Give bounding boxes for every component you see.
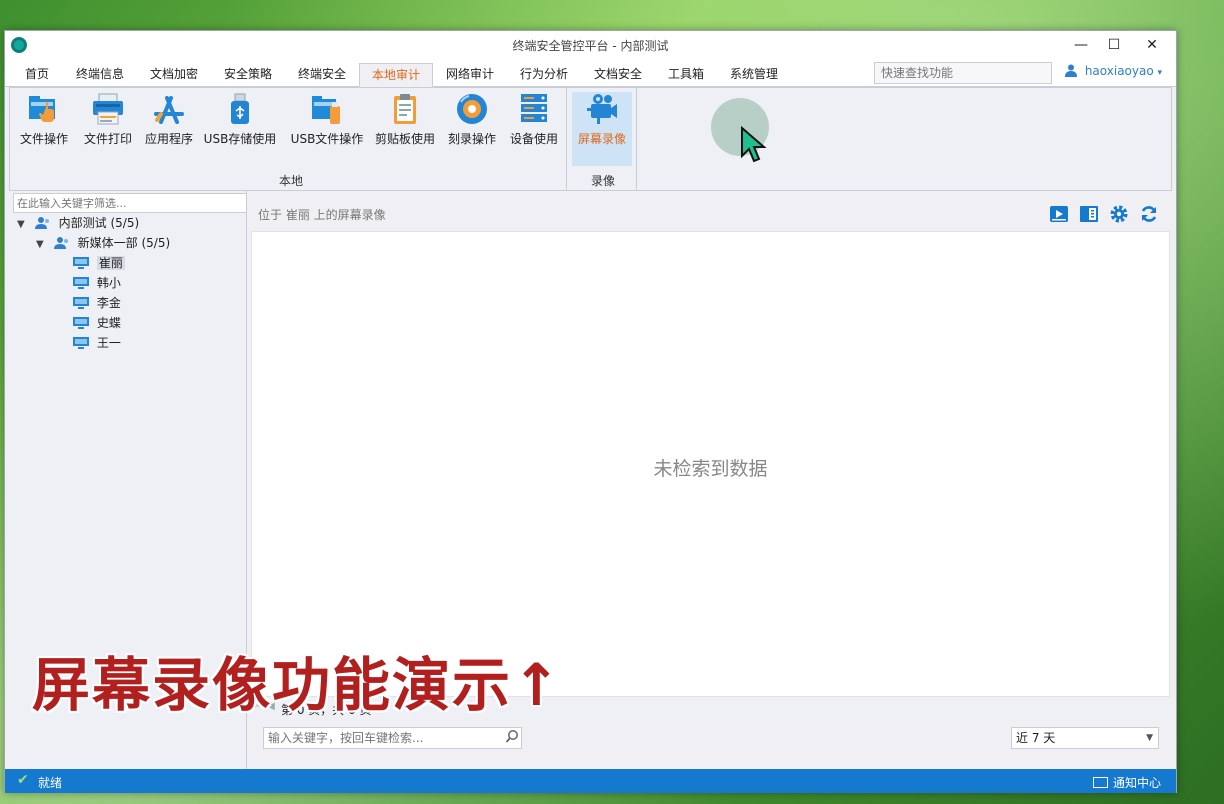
record-group-label: 录像	[590, 174, 615, 188]
local-group-label: 本地	[278, 174, 303, 188]
status-text: 就绪	[38, 776, 63, 790]
app-store-icon	[154, 96, 184, 124]
tree-node-label: 史蝶	[96, 316, 121, 330]
tree-filter-input[interactable]	[13, 193, 247, 213]
tab-security-policy[interactable]: 安全策略	[217, 63, 279, 87]
tab-terminal-security[interactable]: 终端安全	[291, 63, 353, 87]
usb-storage-label: USB存储使用	[203, 132, 277, 146]
check-icon: ✔	[17, 772, 29, 788]
usb-storage-button[interactable]: USB存储使用	[202, 92, 278, 162]
quick-search-input[interactable]	[874, 62, 1052, 84]
tree-node-computer[interactable]: 王一	[73, 333, 121, 353]
maximize-button[interactable]: ☐	[1099, 35, 1129, 55]
user-group-icon	[34, 217, 49, 229]
tree-node-group[interactable]: ▼ 内部测试 (5/5)	[17, 213, 139, 233]
screen-recording-button[interactable]: 屏幕录像	[572, 92, 632, 166]
tab-toolbox[interactable]: 工具箱	[661, 63, 711, 87]
tab-doc-security[interactable]: 文档安全	[587, 63, 649, 87]
tab-behavior-analysis[interactable]: 行为分析	[513, 63, 575, 87]
disc-burn-icon	[457, 94, 487, 124]
ribbon-separator	[566, 88, 567, 190]
computer-icon	[73, 297, 89, 309]
file-print-label: 文件打印	[83, 132, 132, 146]
computer-icon	[73, 277, 89, 289]
play-video-icon[interactable]	[1049, 204, 1069, 224]
tree-node-group[interactable]: ▼ 新媒体一部 (5/5)	[36, 233, 170, 253]
device-usage-label: 设备使用	[509, 132, 558, 146]
tree-node-label: 崔丽	[96, 256, 125, 270]
ribbon-separator	[636, 88, 637, 190]
device-server-icon	[521, 94, 547, 122]
gear-icon[interactable]	[1109, 204, 1129, 224]
user-group-icon	[53, 237, 68, 249]
date-range-select[interactable]: 近 7 天 ▼	[1011, 727, 1159, 749]
date-range-value: 近 7 天	[1016, 731, 1056, 745]
usb-folder-icon	[312, 96, 340, 124]
tab-doc-encryption[interactable]: 文档加密	[143, 63, 205, 87]
application-button[interactable]: 应用程序	[142, 92, 196, 162]
tree-node-label: 新媒体一部 (5/5)	[77, 236, 171, 250]
panel-header: 位于 崔丽 上的屏幕录像	[251, 193, 1170, 231]
notification-center-label: 通知中心	[1113, 776, 1162, 790]
tree-node-label: 韩小	[96, 276, 121, 290]
notification-center-link[interactable]: 通知中心	[1093, 774, 1161, 791]
title-bar: 终端安全管控平台 - 内部测试 — ☐ ✕	[5, 31, 1176, 59]
printer-icon	[93, 93, 123, 125]
user-icon	[1065, 64, 1077, 77]
tree-node-computer[interactable]: 韩小	[73, 273, 121, 293]
ribbon-toolbar: 文件操作 文件打印 应用程序 USB存储使用 USB文件操作 剪贴板使用 刻录操…	[9, 87, 1172, 191]
computer-icon	[73, 317, 89, 329]
minimize-button[interactable]: —	[1066, 35, 1096, 55]
user-menu[interactable]: haoxiaoyao ▾	[1065, 64, 1162, 82]
tab-home[interactable]: 首页	[15, 63, 59, 87]
collapse-arrow-icon[interactable]: ▼	[36, 235, 50, 255]
mouse-pointer-icon	[741, 126, 767, 163]
file-operation-button[interactable]: 文件操作	[18, 92, 70, 162]
keyword-search-input[interactable]	[263, 727, 522, 749]
close-button[interactable]: ✕	[1137, 35, 1167, 55]
chevron-down-icon: ▾	[1157, 68, 1163, 78]
tree-node-computer[interactable]: 崔丽	[73, 253, 125, 273]
tab-network-audit[interactable]: 网络审计	[439, 63, 501, 87]
empty-state-message: 未检索到数据	[653, 458, 768, 480]
tree-node-label: 内部测试 (5/5)	[58, 216, 140, 230]
burn-operation-button[interactable]: 刻录操作	[444, 92, 500, 162]
computer-icon	[73, 337, 89, 349]
clipboard-icon	[394, 94, 416, 124]
username-label: haoxiaoyao	[1084, 64, 1154, 78]
tree-node-label: 王一	[96, 336, 121, 350]
screen-recording-label: 屏幕录像	[577, 132, 626, 146]
columns-icon[interactable]	[1079, 204, 1099, 224]
mail-icon	[1093, 777, 1108, 788]
video-camera-icon	[587, 94, 617, 124]
clipboard-button[interactable]: 剪贴板使用	[372, 92, 438, 162]
collapse-arrow-icon[interactable]: ▼	[17, 215, 31, 235]
device-usage-button[interactable]: 设备使用	[506, 92, 562, 162]
tree-node-label: 李金	[96, 296, 121, 310]
tree-node-computer[interactable]: 李金	[73, 293, 121, 313]
recording-grid[interactable]: 未检索到数据	[251, 231, 1170, 697]
tree-node-computer[interactable]: 史蝶	[73, 313, 121, 333]
tab-system-management[interactable]: 系统管理	[723, 63, 785, 87]
burn-operation-label: 刻录操作	[447, 132, 496, 146]
file-operation-label: 文件操作	[19, 132, 68, 146]
usb-drive-icon	[231, 93, 249, 124]
window-title: 终端安全管控平台 - 内部测试	[512, 39, 669, 53]
tab-local-audit[interactable]: 本地审计	[359, 63, 433, 87]
demo-caption-overlay: 屏幕录像功能演示↑	[32, 651, 563, 719]
status-bar: ✔ 就绪 通知中心	[5, 769, 1176, 793]
computer-icon	[73, 257, 89, 269]
application-label: 应用程序	[144, 132, 193, 146]
refresh-icon[interactable]	[1139, 204, 1159, 224]
usb-file-operation-button[interactable]: USB文件操作	[288, 92, 366, 162]
panel-caption: 位于 崔丽 上的屏幕录像	[258, 208, 386, 222]
chevron-down-icon: ▼	[1146, 733, 1153, 743]
folder-hand-icon	[29, 96, 55, 122]
tab-terminal-info[interactable]: 终端信息	[69, 63, 131, 87]
clipboard-label: 剪贴板使用	[374, 132, 435, 146]
file-print-button[interactable]: 文件打印	[81, 92, 135, 162]
search-icon[interactable]	[505, 729, 519, 745]
usb-file-operation-label: USB文件操作	[290, 132, 364, 146]
